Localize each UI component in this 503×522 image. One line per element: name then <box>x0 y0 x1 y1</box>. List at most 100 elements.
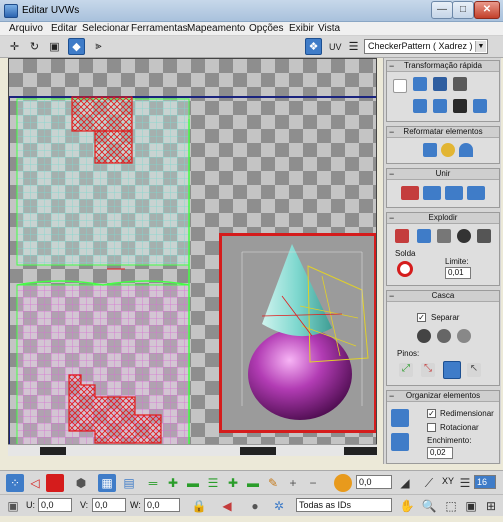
weld-target-button[interactable] <box>397 261 413 277</box>
pelt-map-icon[interactable] <box>437 329 451 343</box>
stitch-target-icon[interactable] <box>445 186 463 200</box>
arrange-title: Organizar elementos <box>405 391 481 400</box>
space-horizontal-icon[interactable] <box>413 99 427 113</box>
falloff-type-icon[interactable]: ◢ <box>396 474 414 492</box>
menu-opcoes[interactable]: Opções <box>249 23 283 34</box>
filter-icon[interactable]: ✲ <box>270 497 288 515</box>
shrink-icon[interactable]: ▬ <box>184 474 202 492</box>
v-field[interactable]: 0,0 <box>92 498 126 512</box>
texture-list-icon[interactable]: ☰ <box>345 38 362 55</box>
quick-peel-icon[interactable] <box>417 329 431 343</box>
break-icon[interactable] <box>395 229 409 243</box>
select-element-icon[interactable]: ⬢ <box>72 474 90 492</box>
brush-size-up-icon[interactable]: + <box>284 474 302 492</box>
soft-select-icon[interactable] <box>334 474 352 492</box>
falloff-field[interactable]: 0,0 <box>356 475 392 489</box>
maximize-button[interactable]: □ <box>452 1 474 19</box>
menu-arquivo[interactable]: Arquivo <box>9 23 43 34</box>
padding-label: Enchimento: <box>427 436 472 445</box>
uv-viewport[interactable] <box>8 58 377 456</box>
auto-pin-icon[interactable] <box>443 361 461 379</box>
move-icon[interactable]: ✛ <box>6 38 23 55</box>
freeze-icon[interactable]: ● <box>246 497 264 515</box>
flip-icon[interactable] <box>453 77 467 91</box>
straighten-icon[interactable] <box>423 143 437 157</box>
show-map-icon[interactable]: ❖ <box>305 38 322 55</box>
texture-select[interactable]: CheckerPattern ( Xadrez ) ▼ <box>364 39 488 54</box>
rotate-label: Rotacionar <box>440 423 479 432</box>
align-pivot-icon[interactable] <box>393 79 407 93</box>
limit-label: Limite: <box>445 257 469 266</box>
unpin-icon[interactable]: ⤡ <box>421 363 435 377</box>
select-edge-icon[interactable]: ◁ <box>26 474 44 492</box>
stitch-source-icon[interactable] <box>423 186 441 200</box>
absolute-mode-icon[interactable]: ▣ <box>4 497 22 515</box>
grid-snap-icon[interactable]: ⊞ <box>482 497 500 515</box>
rotate-checkbox[interactable] <box>427 423 436 432</box>
detach-checkbox[interactable]: ✓ <box>417 313 426 322</box>
scale-icon[interactable]: ▣ <box>46 38 63 55</box>
rescale-checkbox[interactable]: ✓ <box>427 409 436 418</box>
zoom-icon[interactable]: 🔍 <box>420 497 438 515</box>
menu-mapeamento[interactable]: Mapeamento <box>187 23 245 34</box>
weld-all-icon[interactable] <box>477 229 491 243</box>
ring-icon[interactable]: ▤ <box>120 474 138 492</box>
relax-icon[interactable] <box>441 143 455 157</box>
select-pins-icon[interactable]: ↖ <box>467 363 481 377</box>
weld-selected-icon[interactable] <box>437 229 451 243</box>
select-vertex-icon[interactable]: ⁘ <box>6 474 24 492</box>
viewport-scroll-strip[interactable] <box>8 444 377 456</box>
circle-icon[interactable] <box>459 143 473 157</box>
padding-input[interactable]: 0,02 <box>427 447 453 459</box>
paint-select-icon[interactable]: ✎ <box>264 474 282 492</box>
rotate-icon[interactable]: ↻ <box>26 38 43 55</box>
menu-exibir[interactable]: Exibir <box>289 23 314 34</box>
select-by-element-icon[interactable]: ▦ <box>98 474 116 492</box>
explode-icon[interactable] <box>417 229 431 243</box>
grow-loop-icon[interactable]: ☰ <box>204 474 222 492</box>
brush-size-down-icon[interactable]: − <box>304 474 322 492</box>
3d-preview <box>222 236 374 430</box>
freeform-icon[interactable]: ◆ <box>68 38 85 55</box>
pan-icon[interactable]: ✋ <box>398 497 416 515</box>
menu-editar[interactable]: Editar <box>51 23 77 34</box>
pack-custom-icon[interactable] <box>391 409 409 427</box>
close-button[interactable]: ✕ <box>474 1 500 19</box>
zoom-region-icon[interactable]: ⬚ <box>442 497 460 515</box>
grow-ring-icon[interactable]: ✚ <box>224 474 242 492</box>
u-field[interactable]: 0,0 <box>38 498 72 512</box>
scroll-marker <box>40 447 66 455</box>
minimize-button[interactable]: — <box>431 1 453 19</box>
align-y-icon[interactable] <box>433 77 447 91</box>
space-vertical-icon[interactable] <box>433 99 447 113</box>
stitch-custom-icon[interactable] <box>401 186 419 200</box>
hide-icon[interactable]: ◀ <box>218 497 236 515</box>
menu-selecionar[interactable]: Selecionar <box>82 23 129 34</box>
select-face-icon[interactable] <box>46 474 64 492</box>
pack-normalize-icon[interactable] <box>391 433 409 451</box>
menu-vista[interactable]: Vista <box>318 23 340 34</box>
align-x-icon[interactable] <box>413 77 427 91</box>
reshape-title: Reformatar elementos <box>403 127 483 136</box>
limit-input[interactable]: 0,01 <box>445 267 471 279</box>
lock-icon[interactable]: 🔒 <box>190 497 208 515</box>
weld-target-icon[interactable] <box>457 229 471 243</box>
reset-peel-icon[interactable] <box>457 329 471 343</box>
rotate-cw-icon[interactable] <box>473 99 487 113</box>
rotate-ccw-icon[interactable] <box>453 99 467 113</box>
stitch-average-icon[interactable] <box>467 186 485 200</box>
loop-icon[interactable]: ═ <box>144 474 162 492</box>
w-field[interactable]: 0,0 <box>144 498 180 512</box>
snap-field[interactable]: 16 <box>474 475 496 489</box>
pin-icon[interactable]: ⤢ <box>399 363 413 377</box>
id-select[interactable]: Todas as IDs <box>296 498 392 512</box>
menu-ferramentas[interactable]: Ferramentas <box>131 23 188 34</box>
grow-icon[interactable]: ✚ <box>164 474 182 492</box>
zoom-extents-icon[interactable]: ▣ <box>462 497 480 515</box>
shrink-ring-icon[interactable]: ▬ <box>244 474 262 492</box>
xy-axis-icon[interactable]: ☰ <box>456 474 474 492</box>
falloff-curve-icon[interactable]: ⟋ <box>420 474 438 492</box>
explode-section: − Explodir Solda Limite: 0,01 <box>386 212 500 286</box>
mirror-icon[interactable]: ⫸ <box>90 38 107 55</box>
stitch-title: Unir <box>435 169 451 178</box>
